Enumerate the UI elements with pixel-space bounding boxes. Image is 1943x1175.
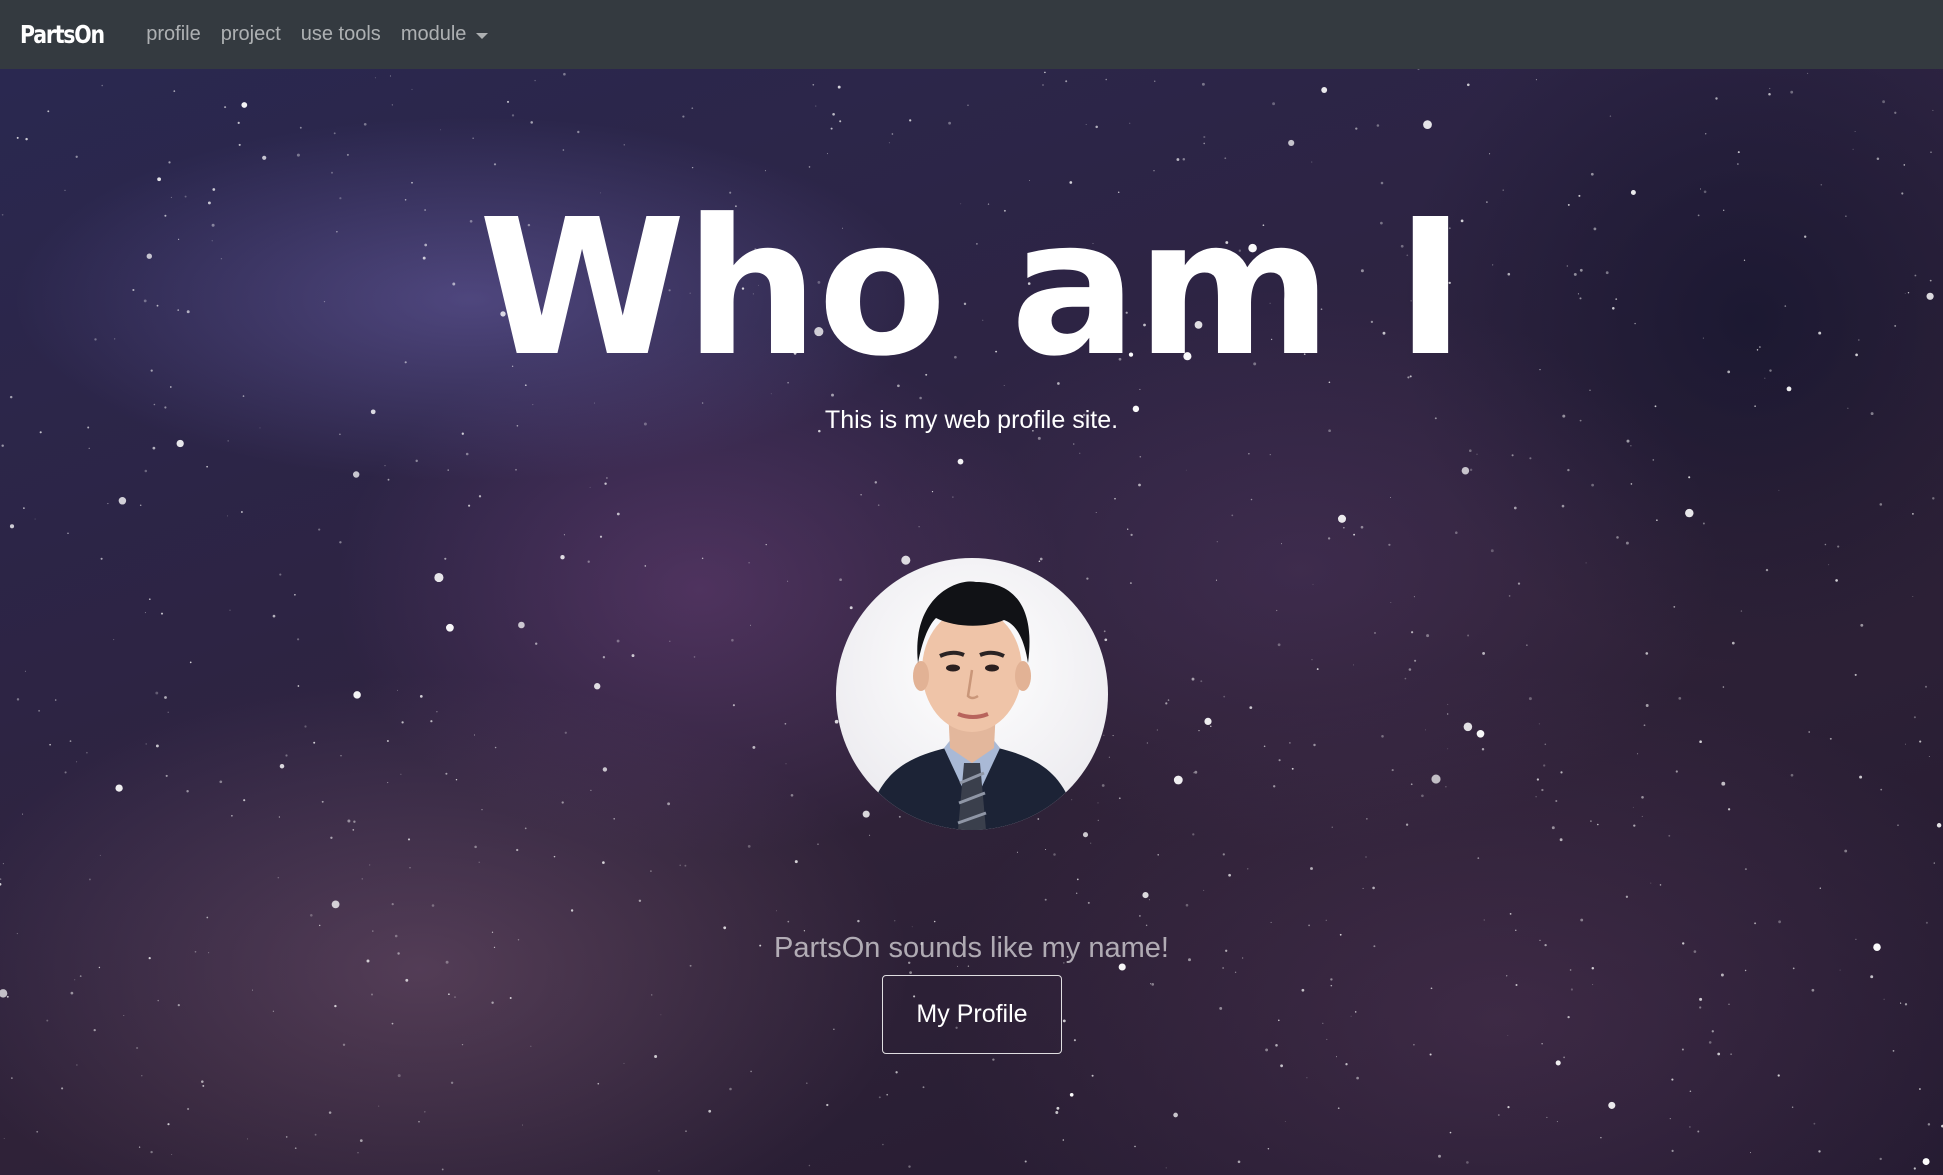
hero-section: Who am I This is my web profile site. Pa… — [0, 69, 1943, 1175]
hero-title: Who am I — [478, 179, 1466, 398]
nav-link-project[interactable]: project — [211, 23, 291, 46]
nav-link-label: use tools — [300, 23, 381, 45]
nav-link-label: profile — [146, 23, 201, 45]
hero-subtitle: This is my web profile site. — [824, 406, 1119, 434]
nav-dropdown-module[interactable]: module — [391, 23, 499, 46]
nav-link-label: module — [400, 23, 467, 45]
nav-link-profile[interactable]: profile — [138, 23, 210, 46]
my-profile-button[interactable]: My Profile — [882, 975, 1062, 1054]
top-navbar: PartsOn profile project use tools module — [0, 0, 1943, 69]
avatar-portrait — [866, 581, 1078, 830]
caret-down-icon — [476, 32, 489, 39]
avatar — [836, 558, 1108, 830]
nav-link-label: project — [220, 23, 281, 45]
tagline: PartsOn sounds like my name! — [774, 932, 1169, 964]
nav-link-use-tools[interactable]: use tools — [291, 23, 391, 46]
brand-logo[interactable]: PartsOn — [20, 20, 105, 49]
nav-links: profile project use tools module — [138, 23, 498, 46]
